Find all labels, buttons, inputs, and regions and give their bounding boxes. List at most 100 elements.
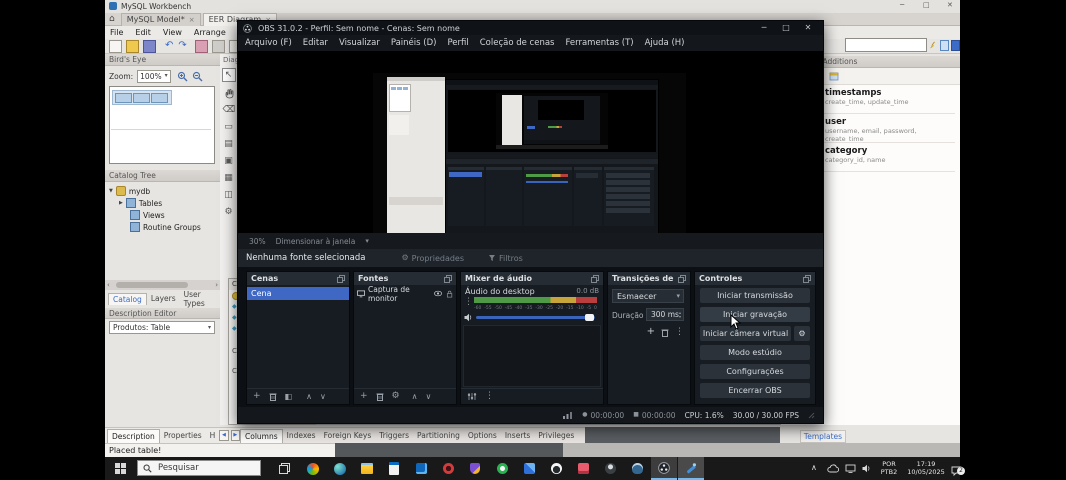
virtual-camera-config-button[interactable]: ⚙: [794, 326, 810, 341]
tool-select-icon[interactable]: ↖: [222, 68, 236, 82]
taskbar-app-dark-tool[interactable]: [597, 457, 623, 480]
popout-icon[interactable]: [444, 275, 452, 283]
settings-button[interactable]: Configurações: [700, 364, 810, 379]
taskbar-app-obs[interactable]: [651, 457, 677, 480]
tab-privileges[interactable]: Privileges: [534, 429, 578, 442]
remove-source-icon[interactable]: [376, 392, 384, 401]
obs-menu-paineis[interactable]: Painéis (D): [391, 38, 437, 48]
tab-history[interactable]: H: [206, 429, 220, 442]
obs-minimize-button[interactable]: ─: [753, 24, 775, 32]
description-object-select[interactable]: Produtos: Table ▾: [109, 321, 215, 334]
remove-scene-icon[interactable]: [269, 392, 277, 401]
wb-close-button[interactable]: ✕: [947, 2, 953, 9]
template-item-user[interactable]: user username, email, password, create_t…: [825, 117, 955, 143]
speaker-icon[interactable]: [464, 313, 473, 322]
view-toggle-icon[interactable]: [951, 40, 960, 51]
new-document-icon[interactable]: [109, 40, 122, 53]
tree-expanded-icon[interactable]: ▼: [109, 189, 113, 194]
popout-icon[interactable]: [337, 275, 345, 283]
tree-item-routine-groups[interactable]: Routine Groups: [105, 221, 220, 233]
scene-filters-icon[interactable]: ◧: [285, 393, 293, 401]
obs-menu-colecao-de-cenas[interactable]: Coleção de cenas: [480, 38, 555, 48]
tab-mysql-model[interactable]: MySQL Model*×: [121, 13, 201, 26]
model-search-input[interactable]: [845, 38, 927, 52]
view-toggle-icon[interactable]: [940, 40, 949, 51]
notification-center-button[interactable]: 2: [951, 462, 964, 474]
tree-item-tables[interactable]: ▶Tables: [105, 197, 220, 209]
obs-menu-arquivo[interactable]: Arquivo (F): [245, 38, 292, 48]
taskbar-app-github[interactable]: [543, 457, 569, 480]
audio-mixer-header[interactable]: Mixer de áudio: [461, 272, 603, 285]
taskbar-app-outlook[interactable]: [408, 457, 434, 480]
preview-zoom-percent[interactable]: 30%: [249, 237, 266, 246]
transitions-header[interactable]: Transições de ce...: [608, 272, 690, 285]
tab-catalog[interactable]: Catalog: [108, 293, 147, 305]
wb-menu-edit[interactable]: Edit: [135, 28, 151, 37]
tool-note-icon[interactable]: ▤: [223, 138, 235, 150]
tab-triggers[interactable]: Triggers: [375, 429, 413, 442]
volume-slider[interactable]: [476, 316, 595, 319]
zoom-out-icon[interactable]: [192, 71, 203, 82]
taskbar-app-copilot[interactable]: [300, 457, 326, 480]
obs-menu-editar[interactable]: Editar: [303, 38, 328, 48]
resize-grip-icon[interactable]: [808, 412, 815, 419]
tab-properties[interactable]: Properties: [160, 429, 206, 442]
studio-mode-button[interactable]: Modo estúdio: [700, 345, 810, 360]
zoom-in-icon[interactable]: [177, 71, 188, 82]
move-source-up-icon[interactable]: ∧: [412, 393, 418, 401]
tray-volume-icon[interactable]: [862, 464, 872, 473]
exit-obs-button[interactable]: Encerrar OBS: [700, 383, 810, 398]
zoom-select[interactable]: 100%▾: [137, 70, 170, 83]
transition-more-dots-icon[interactable]: ⋮: [675, 328, 684, 337]
taskbar-app-green-messenger[interactable]: [489, 457, 515, 480]
taskbar-app-mysql-workbench[interactable]: [678, 457, 704, 480]
popout-icon[interactable]: [678, 275, 686, 283]
duration-spinbox[interactable]: 300 ms ▴ ▾: [646, 308, 684, 321]
scroll-thumb[interactable]: [116, 282, 188, 288]
sources-dock-header[interactable]: Fontes: [354, 272, 456, 285]
obs-titlebar[interactable]: OBS 31.0.2 - Perfil: Sem nome - Cenas: S…: [238, 21, 823, 35]
mixer-options-dots-icon[interactable]: ⋮: [464, 298, 473, 307]
nav-forward-button[interactable]: ▶: [231, 430, 240, 441]
volume-slider-handle[interactable]: [585, 314, 594, 321]
tab-inserts[interactable]: Inserts: [501, 429, 534, 442]
taskbar-search-box[interactable]: Pesquisar: [137, 460, 261, 476]
taskbar-app-blue-squares[interactable]: [516, 457, 542, 480]
tool-routine-icon[interactable]: ⚙: [223, 206, 235, 218]
wb-maximize-button[interactable]: □: [923, 2, 930, 9]
mixer-more-dots-icon[interactable]: ⋮: [485, 392, 494, 401]
obs-close-button[interactable]: ✕: [797, 24, 819, 32]
tool-layer-icon[interactable]: ▭: [223, 121, 235, 133]
lock-icon[interactable]: [446, 290, 453, 298]
taskbar-app-red-browser[interactable]: [435, 457, 461, 480]
obs-menu-visualizar[interactable]: Visualizar: [339, 38, 380, 48]
template-item-category[interactable]: category category_id, name: [825, 146, 955, 164]
controls-header[interactable]: Controles: [695, 272, 815, 285]
taskbar-app-postgresql[interactable]: [624, 457, 650, 480]
obs-menu-ferramentas[interactable]: Ferramentas (T): [565, 38, 633, 48]
task-view-button[interactable]: [271, 457, 297, 480]
add-source-icon[interactable]: +: [360, 392, 368, 401]
tab-foreign-keys[interactable]: Foreign Keys: [320, 429, 376, 442]
visibility-eye-icon[interactable]: [434, 290, 442, 297]
undo-icon[interactable]: ↶: [165, 41, 173, 51]
taskbar-app-file-explorer[interactable]: [354, 457, 380, 480]
tab-description[interactable]: Description: [107, 429, 160, 443]
add-table-template-icon[interactable]: [829, 71, 839, 81]
mixer-knobs-icon[interactable]: [467, 392, 477, 401]
remove-transition-icon[interactable]: [661, 328, 669, 337]
scroll-right-icon[interactable]: ›: [215, 282, 218, 289]
tree-item-views[interactable]: Views: [105, 209, 220, 221]
obs-menu-ajuda[interactable]: Ajuda (H): [645, 38, 685, 48]
transition-select[interactable]: Esmaecer ▾: [612, 289, 684, 303]
scenes-dock-header[interactable]: Cenas: [247, 272, 349, 285]
save-icon[interactable]: [143, 40, 156, 53]
obs-menu-perfil[interactable]: Perfil: [447, 38, 468, 48]
tool-image-icon[interactable]: ▣: [223, 155, 235, 167]
taskbar-app-edge[interactable]: [327, 457, 353, 480]
move-scene-down-icon[interactable]: ∨: [320, 393, 326, 401]
tab-options[interactable]: Options: [464, 429, 501, 442]
popout-icon[interactable]: [591, 275, 599, 283]
obs-maximize-button[interactable]: □: [775, 24, 797, 32]
wb-menu-arrange[interactable]: Arrange: [194, 28, 226, 37]
